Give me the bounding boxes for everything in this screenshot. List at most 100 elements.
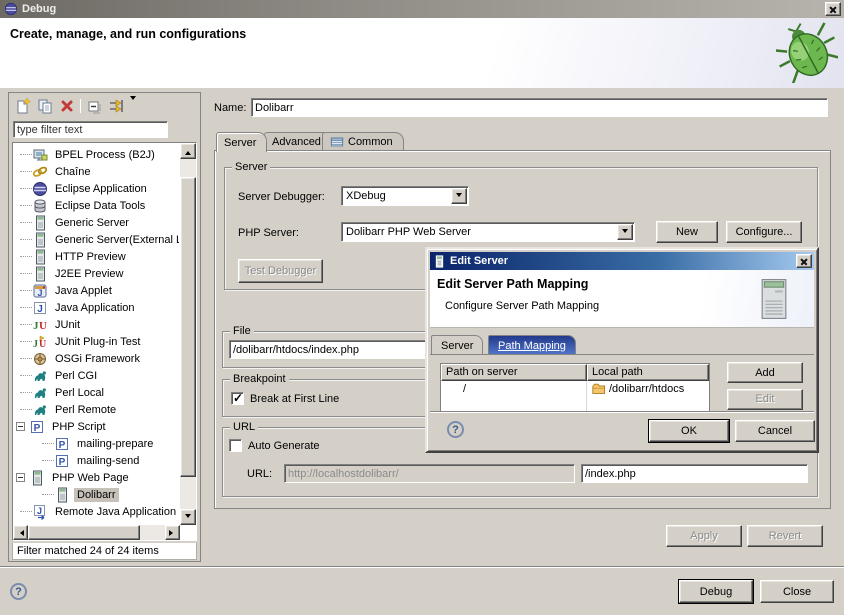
tree-item[interactable]: mailing-send xyxy=(14,452,179,469)
scroll-right-icon[interactable] xyxy=(165,525,180,540)
tree-item-label: mailing-send xyxy=(74,454,142,468)
tree-item-label: JUnit Plug-in Test xyxy=(52,335,143,349)
apply-button[interactable]: Apply xyxy=(666,525,742,547)
tree-item[interactable]: PHP Web Page xyxy=(14,469,179,486)
table-row[interactable]: / /dolibarr/htdocs xyxy=(441,381,709,397)
server-icon xyxy=(32,249,48,265)
tree-item[interactable]: Remote Java Application xyxy=(14,503,179,520)
edit-server-titlebar[interactable]: Edit Server xyxy=(430,252,814,270)
banner-heading: Create, manage, and run configurations xyxy=(10,27,246,41)
url-file-input[interactable] xyxy=(581,464,808,483)
add-button[interactable]: Add xyxy=(727,362,803,383)
collapse-expander-icon[interactable] xyxy=(16,473,25,482)
server-tower-icon xyxy=(760,276,788,322)
window-close-button[interactable] xyxy=(825,2,841,16)
tree-item[interactable]: mailing-prepare xyxy=(14,435,179,452)
chevron-down-icon[interactable] xyxy=(451,188,467,204)
tab-server[interactable]: Server xyxy=(216,132,267,152)
tree-item[interactable]: J2EE Preview xyxy=(14,265,179,282)
tree-guide xyxy=(20,511,32,512)
menu-dropdown-icon[interactable] xyxy=(130,100,136,112)
scroll-down-icon[interactable] xyxy=(180,509,196,525)
filter-input[interactable] xyxy=(13,121,168,138)
break-first-line-checkbox[interactable] xyxy=(231,392,244,405)
chevron-down-icon[interactable] xyxy=(617,224,633,240)
tree-item[interactable]: Perl Local xyxy=(14,384,179,401)
tree-item-selected[interactable]: Dolibarr xyxy=(14,486,179,503)
name-input[interactable] xyxy=(251,98,828,117)
tree-item-label: Dolibarr xyxy=(74,488,119,502)
window-titlebar[interactable]: Debug xyxy=(0,0,844,18)
tree-item[interactable]: HTTP Preview xyxy=(14,248,179,265)
perl-icon xyxy=(32,385,48,401)
junit-plugin-icon xyxy=(32,334,48,350)
debug-button[interactable]: Debug xyxy=(679,580,753,603)
php-icon xyxy=(29,419,45,435)
edit-server-dialog: Edit Server Edit Server Path Mapping Con… xyxy=(425,247,819,453)
scroll-up-icon[interactable] xyxy=(180,143,196,159)
tree-item-label: Chaîne xyxy=(52,165,93,179)
auto-generate-checkbox[interactable] xyxy=(229,439,242,452)
dialog-subheading: Configure Server Path Mapping xyxy=(445,300,599,312)
dialog-button-bar: OK Cancel xyxy=(430,411,814,448)
tree-item[interactable]: Perl Remote xyxy=(14,401,179,418)
configurations-tree: BPEL Process (B2J) Chaîne Eclipse Applic… xyxy=(12,142,197,541)
toolbar-separator xyxy=(80,99,81,113)
tree-item[interactable]: Java Application xyxy=(14,299,179,316)
dialog-close-button[interactable] xyxy=(796,254,812,268)
vertical-scroll-thumb[interactable] xyxy=(180,177,196,477)
configure-button[interactable]: Configure... xyxy=(726,221,802,243)
java-application-icon xyxy=(32,300,48,316)
help-icon[interactable] xyxy=(10,583,27,600)
scroll-left-icon[interactable] xyxy=(13,525,28,540)
dialog-help-icon[interactable] xyxy=(447,421,464,438)
tree-item[interactable]: BPEL Process (B2J) xyxy=(14,146,179,163)
tree-guide xyxy=(20,154,32,155)
tree-item-label: Generic Server xyxy=(52,216,132,230)
tree-item[interactable]: Chaîne xyxy=(14,163,179,180)
tree-item-label: HTTP Preview xyxy=(52,250,129,264)
tree-item[interactable]: Perl CGI xyxy=(14,367,179,384)
tree-item[interactable]: Eclipse Application xyxy=(14,180,179,197)
edit-button[interactable]: Edit xyxy=(727,389,803,410)
tab-common[interactable]: Common xyxy=(322,132,404,151)
collapse-expander-icon[interactable] xyxy=(16,422,25,431)
tree-item[interactable]: OSGi Framework xyxy=(14,350,179,367)
tree-item[interactable]: PHP Script xyxy=(14,418,179,435)
tree-item[interactable]: Java Applet xyxy=(14,282,179,299)
filter-icon[interactable] xyxy=(108,98,125,115)
tree-item[interactable]: Generic Server xyxy=(14,214,179,231)
server-icon xyxy=(29,470,45,486)
server-debugger-value: XDebug xyxy=(346,190,448,202)
tree-item[interactable]: Eclipse Data Tools xyxy=(14,197,179,214)
tree-guide xyxy=(42,494,54,495)
tree-horizontal-scrollbar[interactable] xyxy=(13,525,180,540)
tree-guide xyxy=(20,307,32,308)
delete-icon[interactable] xyxy=(58,98,75,115)
name-label: Name: xyxy=(214,102,246,114)
tree-guide xyxy=(42,460,54,461)
close-button[interactable]: Close xyxy=(760,580,834,603)
revert-button[interactable]: Revert xyxy=(747,525,823,547)
new-server-button[interactable]: New xyxy=(656,221,718,243)
column-header-local-path[interactable]: Local path xyxy=(587,364,709,381)
tree-item-label: J2EE Preview xyxy=(52,267,126,281)
tree-vertical-scrollbar[interactable] xyxy=(180,143,196,525)
tree-item[interactable]: Generic Server(External La xyxy=(14,231,179,248)
tree-guide xyxy=(20,375,32,376)
new-configuration-icon[interactable] xyxy=(14,98,31,115)
collapse-all-icon[interactable] xyxy=(86,98,103,115)
ok-button[interactable]: OK xyxy=(649,420,729,442)
column-header-path-on-server[interactable]: Path on server xyxy=(441,364,587,381)
php-server-select[interactable]: Dolibarr PHP Web Server xyxy=(341,222,635,242)
server-debugger-select[interactable]: XDebug xyxy=(341,186,469,206)
tree-item-label: Java Application xyxy=(52,301,138,315)
dialog-banner: Create, manage, and run configurations xyxy=(0,18,844,88)
duplicate-icon[interactable] xyxy=(36,98,53,115)
tree-guide xyxy=(20,392,32,393)
test-debugger-button[interactable]: Test Debugger xyxy=(238,259,323,283)
horizontal-scroll-thumb[interactable] xyxy=(28,525,140,540)
tree-item[interactable]: JUnit Plug-in Test xyxy=(14,333,179,350)
tree-item[interactable]: JUnit xyxy=(14,316,179,333)
cancel-button[interactable]: Cancel xyxy=(735,420,815,442)
